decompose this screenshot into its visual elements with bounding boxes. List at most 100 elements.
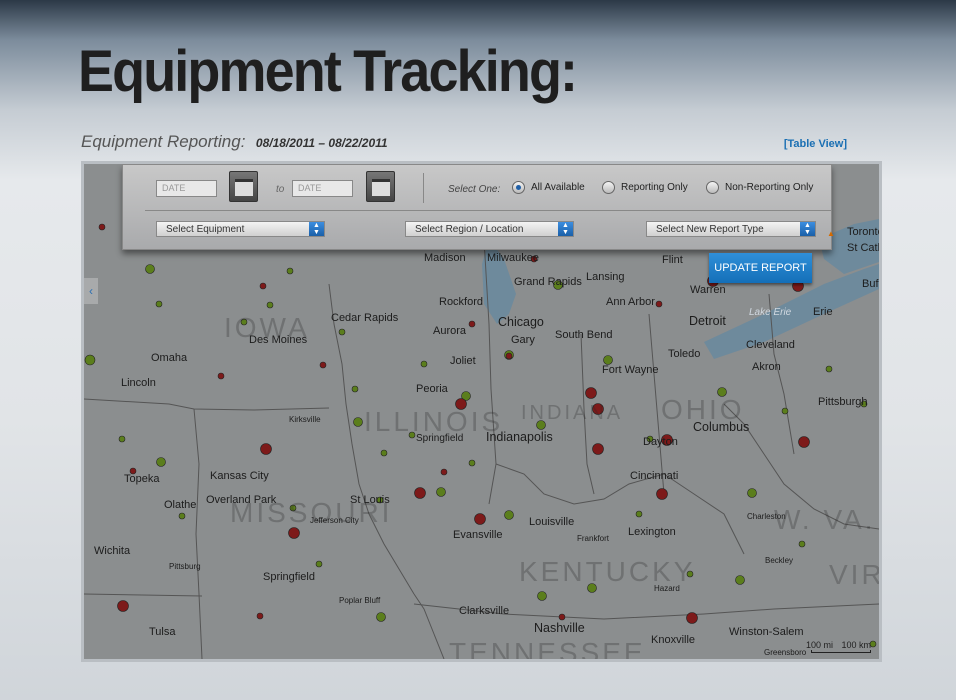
city-label: Grand Rapids bbox=[514, 276, 582, 288]
subtitle-row: Equipment Reporting: 08/18/2011 – 08/22/… bbox=[81, 132, 847, 154]
city-label: Tulsa bbox=[149, 626, 176, 638]
radio-label: Reporting Only bbox=[621, 182, 688, 193]
end-calendar-icon[interactable] bbox=[366, 171, 395, 202]
map-view[interactable]: IOWA ILLINOIS INDIANA OHIO MISSOURI KENT… bbox=[81, 161, 882, 662]
city-label: Cincinnati bbox=[630, 470, 679, 482]
city-label: Topeka bbox=[124, 473, 160, 485]
scale-miles: 100 mi bbox=[805, 640, 833, 650]
scale-bar bbox=[811, 650, 871, 653]
equipment-select[interactable]: Select Equipment ▲ ▼ bbox=[156, 221, 325, 237]
region-select[interactable]: Select Region / Location ▲ ▼ bbox=[405, 221, 574, 237]
city-label: Omaha bbox=[151, 352, 188, 364]
city-label: Hazard bbox=[654, 584, 680, 593]
city-label: Buf bbox=[862, 278, 879, 290]
state-label: TENNESSEE bbox=[449, 637, 646, 662]
select-one-label: Select One: bbox=[448, 184, 501, 195]
update-report-button[interactable]: UPDATE REPORT bbox=[709, 253, 812, 283]
radio-icon bbox=[602, 181, 615, 194]
report-date-range: 08/18/2011 – 08/22/2011 bbox=[255, 136, 388, 150]
end-date-input[interactable]: DATE bbox=[292, 180, 353, 197]
city-label: Olathe bbox=[164, 499, 197, 511]
city-label: Springfield bbox=[416, 433, 464, 444]
city-label: Jefferson City bbox=[310, 516, 359, 525]
city-label: Kansas City bbox=[210, 470, 269, 482]
city-label: Toronto bbox=[847, 226, 882, 238]
city-label: Kirksville bbox=[289, 415, 321, 424]
report-label: Equipment Reporting: bbox=[81, 132, 246, 151]
pan-left-arrow-icon[interactable]: ‹ bbox=[84, 278, 98, 304]
lake-label: Lake Erie bbox=[749, 307, 792, 318]
city-label: Indianapolis bbox=[486, 430, 553, 444]
city-label: Ann Arbor bbox=[606, 296, 655, 308]
state-label: VIRG bbox=[829, 559, 879, 590]
radio-all-available[interactable]: All Available bbox=[512, 181, 585, 194]
city-label: Toledo bbox=[668, 348, 701, 360]
city-label: South Bend bbox=[555, 329, 613, 341]
city-label: Aurora bbox=[433, 325, 467, 337]
divider bbox=[145, 210, 831, 211]
city-label: Erie bbox=[813, 306, 833, 318]
state-label: INDIANA bbox=[521, 402, 624, 424]
city-label: Akron bbox=[752, 361, 781, 373]
city-label: Warren bbox=[690, 284, 726, 296]
updown-arrow-icon: ▲ ▼ bbox=[800, 222, 815, 236]
dropdown-label: Select Region / Location bbox=[415, 224, 524, 235]
city-label: Louisville bbox=[529, 516, 575, 528]
city-label: St Louis bbox=[350, 494, 390, 506]
city-label: Evansville bbox=[453, 529, 503, 541]
city-label: Lexington bbox=[628, 526, 676, 538]
radio-selected-icon bbox=[512, 181, 525, 194]
city-label: Cleveland bbox=[746, 339, 795, 351]
city-label: Chicago bbox=[498, 315, 544, 329]
city-label: Lincoln bbox=[121, 377, 156, 389]
filter-toolbar: DATE to DATE Select One: All Available R… bbox=[122, 164, 835, 250]
city-label: Greensboro bbox=[764, 648, 807, 657]
city-label: Poplar Bluff bbox=[339, 596, 381, 605]
city-label: Madison bbox=[424, 252, 466, 264]
updown-arrow-icon: ▲ ▼ bbox=[309, 222, 324, 236]
city-label: Overland Park bbox=[206, 494, 277, 506]
city-label: Clarksville bbox=[459, 605, 510, 617]
city-label: Fort Wayne bbox=[602, 364, 659, 376]
radio-label: All Available bbox=[531, 182, 585, 193]
to-label: to bbox=[276, 184, 285, 195]
radio-label: Non-Reporting Only bbox=[725, 182, 814, 193]
city-label: Joliet bbox=[450, 355, 476, 367]
city-label: Flint bbox=[662, 254, 683, 266]
city-label: Detroit bbox=[689, 314, 726, 328]
dropdown-label: Select Equipment bbox=[166, 224, 245, 235]
map-scale: 100 mi 100 km bbox=[806, 640, 871, 653]
warning-icon: ▲ bbox=[827, 229, 835, 238]
city-label: Springfield bbox=[263, 571, 315, 583]
slide-title: Equipment Tracking: bbox=[78, 39, 578, 104]
divider bbox=[423, 173, 424, 203]
city-label: Charleston bbox=[747, 512, 786, 521]
city-label: Knoxville bbox=[651, 634, 696, 646]
radio-icon bbox=[706, 181, 719, 194]
report-type-select[interactable]: Select New Report Type ▲ ▼ bbox=[646, 221, 816, 237]
state-label: W. VA. bbox=[774, 504, 876, 535]
city-label: Beckley bbox=[765, 556, 794, 565]
city-label: Dayton bbox=[643, 436, 678, 448]
city-label: Pittsburgh bbox=[818, 396, 868, 408]
dropdown-label: Select New Report Type bbox=[656, 224, 764, 235]
scale-km: 100 km bbox=[841, 640, 871, 650]
city-label: Pittsburg bbox=[169, 562, 201, 571]
city-label: Cedar Rapids bbox=[331, 312, 399, 324]
city-label: Columbus bbox=[693, 420, 750, 434]
radio-reporting-only[interactable]: Reporting Only bbox=[602, 181, 688, 194]
city-label: Rockford bbox=[439, 296, 484, 308]
city-label: Nashville bbox=[534, 621, 585, 635]
city-label: Lansing bbox=[586, 271, 625, 283]
city-label: Milwaukee bbox=[487, 252, 539, 264]
city-label: Gary bbox=[511, 334, 535, 346]
city-label: Des Moines bbox=[249, 334, 308, 346]
start-calendar-icon[interactable] bbox=[229, 171, 258, 202]
table-view-link[interactable]: [Table View] bbox=[784, 138, 847, 150]
city-label: Wichita bbox=[94, 545, 131, 557]
radio-non-reporting-only[interactable]: Non-Reporting Only bbox=[706, 181, 813, 194]
city-label: St Cath bbox=[847, 242, 882, 254]
city-label: Peoria bbox=[416, 383, 448, 395]
city-label: Winston-Salem bbox=[729, 626, 804, 638]
start-date-input[interactable]: DATE bbox=[156, 180, 217, 197]
